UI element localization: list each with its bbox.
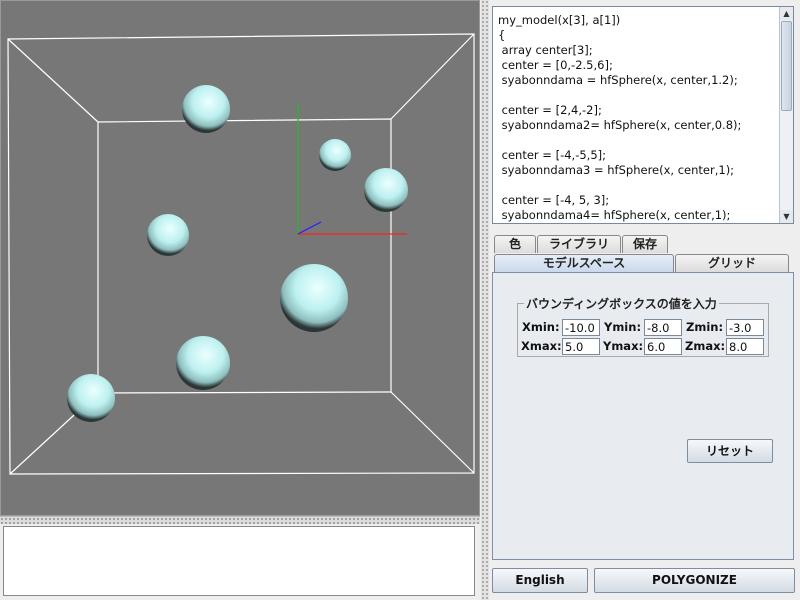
xmax-label: Xmax: (521, 339, 562, 353)
ymin-input[interactable] (644, 319, 682, 336)
output-console[interactable] (3, 526, 475, 596)
sphere (176, 336, 230, 390)
tab-model-space[interactable]: モデルスペース (494, 254, 674, 272)
sphere (67, 374, 115, 422)
code-line: center = [2,4,-2]; (498, 103, 602, 117)
xmax-input[interactable] (562, 338, 600, 355)
bounding-box-group: バウンディングボックスの値を入力 Xmin: Ymin: Zmin: Xmax:… (517, 295, 769, 357)
xmin-label: Xmin: (522, 320, 560, 334)
code-text[interactable]: my_model(x[3], a[1]){ array center[3]; c… (498, 13, 777, 223)
code-editor[interactable]: my_model(x[3], a[1]){ array center[3]; c… (492, 6, 794, 224)
scene-canvas[interactable] (1, 1, 481, 517)
tab-save[interactable]: 保存 (622, 235, 668, 253)
code-line: center = [-4, 5, 3]; (498, 193, 610, 207)
polygonize-button[interactable]: POLYGONIZE (594, 568, 795, 593)
english-button[interactable]: English (492, 568, 588, 593)
code-line: { (498, 28, 506, 42)
code-line: array center[3]; (498, 43, 593, 57)
ymax-input[interactable] (644, 338, 682, 355)
zmax-label: Zmax: (685, 339, 726, 353)
code-line: syabonndama3 = hfSphere(x, center,1); (498, 163, 735, 177)
3d-viewport[interactable] (0, 0, 480, 516)
code-line: syabonndama = hfSphere(x, center,1.2); (498, 73, 738, 87)
code-line: center = [0,-2.5,6]; (498, 58, 613, 72)
sphere (182, 85, 230, 133)
tab-library[interactable]: ライブラリ (537, 235, 621, 253)
sphere (147, 214, 189, 256)
sphere (364, 168, 408, 212)
code-scrollbar[interactable]: ▲ ▼ (779, 7, 793, 223)
ymax-label: Ymax: (603, 339, 644, 353)
zmin-label: Zmin: (686, 320, 724, 334)
zmin-input[interactable] (726, 319, 764, 336)
scroll-down-icon[interactable]: ▼ (780, 210, 793, 223)
code-line: center = [-4,-5,5]; (498, 148, 607, 162)
xmin-input[interactable] (562, 319, 600, 336)
code-line: syabonndama4= hfSphere(x, center,1); (498, 208, 731, 222)
horizontal-split-handle[interactable] (0, 516, 480, 524)
sphere (319, 139, 351, 171)
vertical-split-handle[interactable] (481, 0, 489, 600)
ymin-label: Ymin: (604, 320, 642, 334)
z-axis (297, 221, 322, 235)
model-space-panel: バウンディングボックスの値を入力 Xmin: Ymin: Zmin: Xmax:… (492, 272, 794, 560)
scroll-up-icon[interactable]: ▲ (780, 7, 793, 20)
zmax-input[interactable] (726, 338, 764, 355)
reset-button[interactable]: リセット (687, 439, 773, 463)
scroll-thumb[interactable] (781, 21, 792, 111)
code-line: syabonndama2= hfSphere(x, center,0.8); (498, 118, 742, 132)
code-line: my_model(x[3], a[1]) (498, 13, 621, 27)
tab-grid[interactable]: グリッド (675, 254, 789, 272)
sphere (280, 264, 348, 332)
group-title: バウンディングボックスの値を入力 (524, 295, 719, 312)
tab-color[interactable]: 色 (494, 235, 536, 253)
